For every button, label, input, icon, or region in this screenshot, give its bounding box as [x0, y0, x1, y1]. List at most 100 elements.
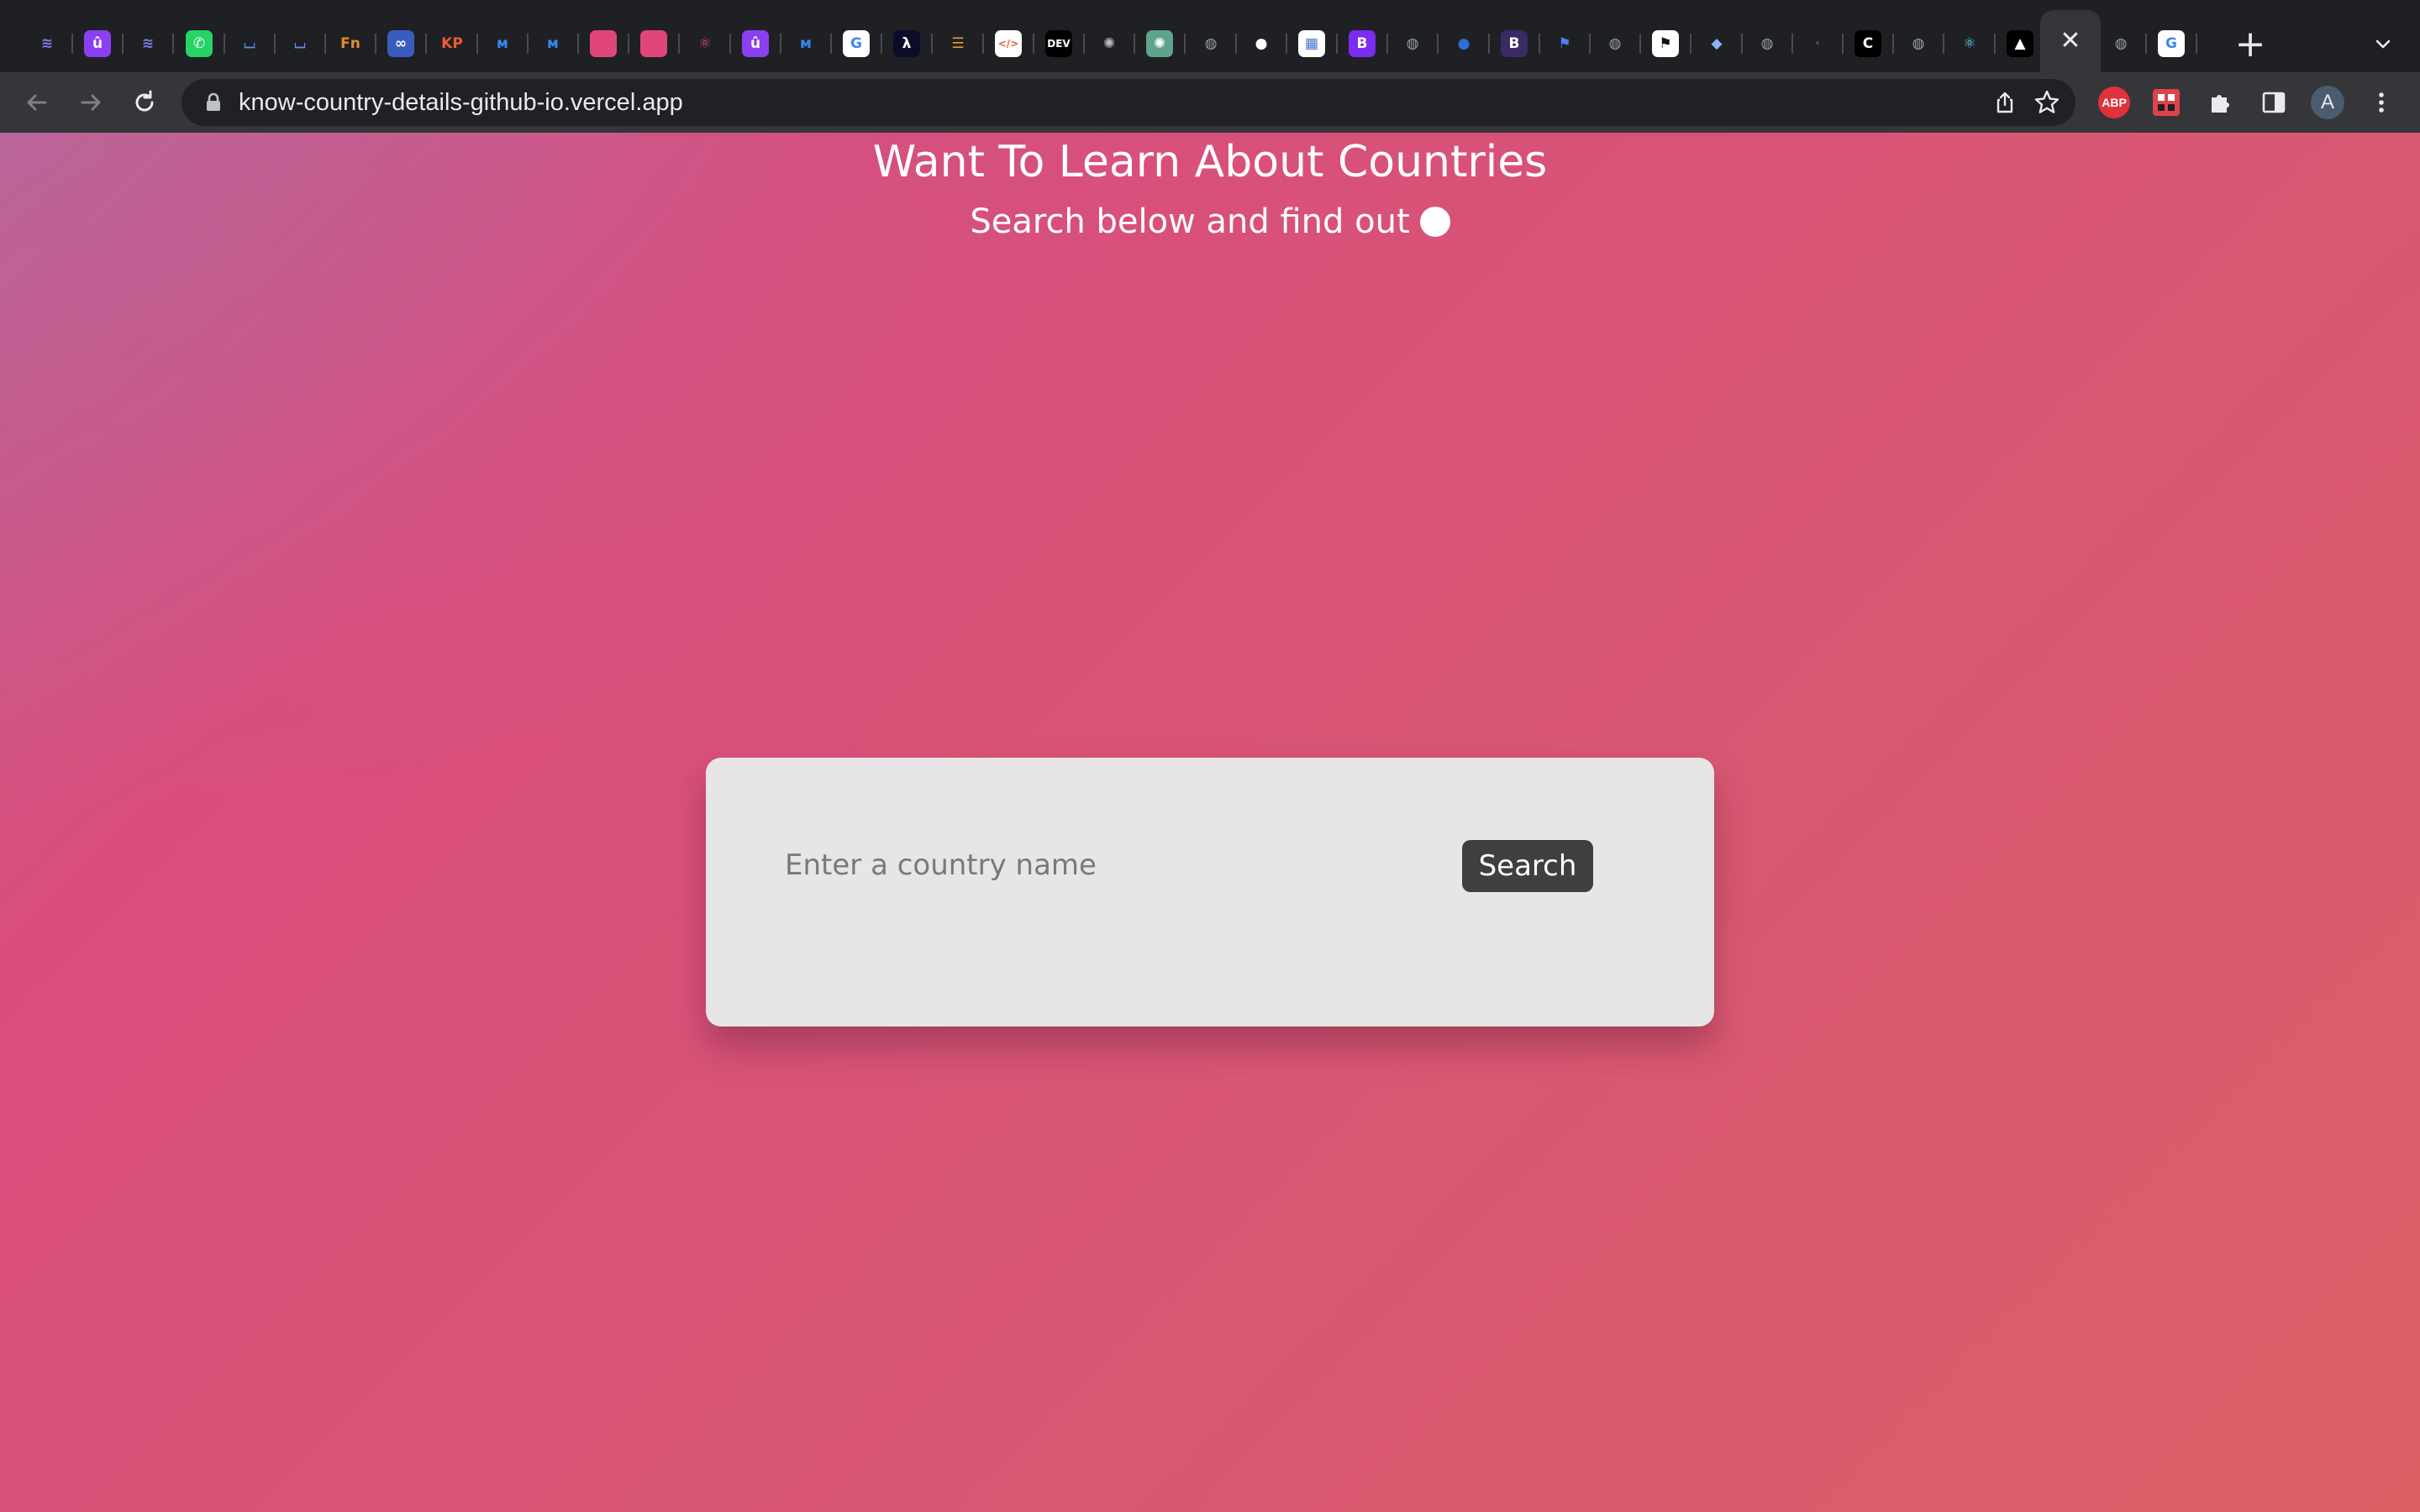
theme-toggle-icon[interactable]	[1419, 207, 1450, 237]
openai-icon: ✺	[1096, 30, 1123, 57]
github-icon: ●	[1248, 30, 1275, 57]
blank-icon: ·	[1804, 30, 1831, 57]
back-button[interactable]	[17, 82, 57, 123]
browser-tab[interactable]: ·	[1792, 17, 1844, 71]
new-tab-button[interactable]: +	[2228, 22, 2272, 66]
side-panel-button[interactable]	[2255, 84, 2292, 121]
browser-tab[interactable]: ▲	[1995, 17, 2046, 71]
cup-icon: ⌴	[287, 30, 313, 57]
address-bar[interactable]: know-country-details-github-io.vercel.ap…	[182, 79, 2075, 126]
bookmark-button[interactable]	[2030, 86, 2064, 119]
forward-button[interactable]	[71, 82, 111, 123]
browser-tab[interactable]: ≋	[123, 17, 174, 71]
c-icon: C	[1854, 30, 1881, 57]
browser-tab[interactable]: DEV	[1034, 17, 1085, 71]
browser-tab[interactable]: û	[72, 17, 124, 71]
profile-button[interactable]: A	[2309, 84, 2346, 121]
pink-square-icon	[590, 30, 617, 57]
mui-icon: ᴍ	[539, 30, 566, 57]
openai-icon: ✺	[1146, 30, 1173, 57]
flag-icon: ⚑	[1652, 30, 1679, 57]
google-icon: G	[843, 30, 870, 57]
stripes-icon: ≋	[34, 30, 60, 57]
browser-menu-button[interactable]	[2363, 84, 2400, 121]
extension-button[interactable]	[2148, 84, 2185, 121]
browser-tab[interactable]: ●	[1439, 17, 1490, 71]
browser-tab[interactable]: λ	[881, 17, 933, 71]
tab-search-button[interactable]	[2363, 25, 2403, 62]
browser-tab[interactable]: KP	[427, 17, 478, 71]
avatar: A	[2311, 86, 2344, 119]
stripes-icon: ≋	[134, 30, 161, 57]
browser-tab[interactable]: C	[1843, 17, 1894, 71]
u-icon: û	[742, 30, 769, 57]
globe-icon: ◍	[2107, 30, 2134, 57]
bootstrap-icon: B	[1349, 30, 1376, 57]
browser-tab[interactable]: ◆	[1691, 17, 1743, 71]
url-text[interactable]: know-country-details-github-io.vercel.ap…	[239, 79, 683, 126]
close-icon[interactable]: ✕	[2057, 28, 2084, 55]
browser-tab[interactable]: ☰	[933, 17, 984, 71]
reload-button[interactable]	[124, 82, 165, 123]
browser-tab[interactable]: ⌴	[275, 17, 326, 71]
browser-tab[interactable]: </>	[983, 17, 1034, 71]
browser-tab[interactable]: ◍	[1387, 17, 1439, 71]
browser-tab[interactable]: ▦	[1286, 17, 1338, 71]
browser-tab[interactable]: ◍	[2096, 17, 2147, 71]
browser-tab[interactable]: ᴍ	[781, 17, 832, 71]
browser-tab[interactable]: ◍	[1742, 17, 1793, 71]
browser-tab[interactable]: ⚛	[1944, 17, 1996, 71]
u-icon: û	[84, 30, 111, 57]
browser-tab[interactable]: G	[831, 17, 882, 71]
browser-tab[interactable]: Fn	[325, 17, 376, 71]
puzzle-icon	[2212, 95, 2229, 113]
arrow-left-icon	[27, 94, 47, 111]
search-button[interactable]: Search	[1462, 840, 1593, 892]
browser-tab[interactable]: ◍	[1590, 17, 1641, 71]
adblock-extension-button[interactable]: ABP	[2096, 84, 2133, 121]
browser-tab[interactable]: ◍	[1893, 17, 1944, 71]
bootstrap-icon: B	[1501, 30, 1528, 57]
lines-icon: ☰	[944, 30, 971, 57]
more-vertical-icon	[2379, 92, 2384, 113]
browser-tab[interactable]: ◍	[1186, 17, 1237, 71]
share-button[interactable]	[1988, 86, 2022, 119]
browser-tab[interactable]: ⌴	[224, 17, 276, 71]
browser-tab[interactable]: ≋	[22, 17, 73, 71]
browser-tab[interactable]: ⚑	[1539, 17, 1591, 71]
browser-tab[interactable]	[629, 17, 680, 71]
globe-icon: ◍	[1197, 30, 1224, 57]
browser-tab[interactable]: ⚑	[1640, 17, 1691, 71]
browser-tab[interactable]: ᴍ	[477, 17, 529, 71]
fn-icon: Fn	[337, 30, 364, 57]
search-card: Search	[706, 758, 1714, 1026]
image-icon: ▦	[1298, 30, 1325, 57]
mui-icon: ᴍ	[792, 30, 819, 57]
kp-icon: KP	[439, 30, 466, 57]
browser-tab[interactable]: û	[730, 17, 781, 71]
browser-tab[interactable]: B	[1489, 17, 1540, 71]
globe-icon: ◍	[1399, 30, 1426, 57]
lock-icon[interactable]	[202, 91, 225, 114]
google-icon: G	[2158, 30, 2185, 57]
browser-tab[interactable]: B	[1337, 17, 1388, 71]
browser-tab[interactable]: G	[2146, 17, 2197, 71]
browser-tab[interactable]: ●	[1236, 17, 1287, 71]
browser-tab[interactable]: ✺	[1084, 17, 1135, 71]
infinity-icon: ∞	[387, 30, 414, 57]
lambda-icon: λ	[893, 30, 920, 57]
extensions-menu-button[interactable]	[2202, 84, 2238, 121]
cup-icon: ⌴	[236, 30, 263, 57]
browser-tab[interactable]: ∞	[376, 17, 427, 71]
browser-tab[interactable]	[578, 17, 629, 71]
globe-icon: ◍	[1754, 30, 1781, 57]
react-icon: ⚛	[1956, 30, 1983, 57]
browser-tab[interactable]: ✺	[1134, 17, 1186, 71]
country-search-input[interactable]	[783, 835, 1405, 895]
circle-blue-icon: ●	[1450, 30, 1477, 57]
browser-tab[interactable]: ⚛	[680, 17, 731, 71]
browser-tab[interactable]: ✆	[174, 17, 225, 71]
dev-icon: DEV	[1045, 30, 1072, 57]
share-icon	[1996, 92, 2013, 113]
browser-tab[interactable]: ᴍ	[528, 17, 579, 71]
